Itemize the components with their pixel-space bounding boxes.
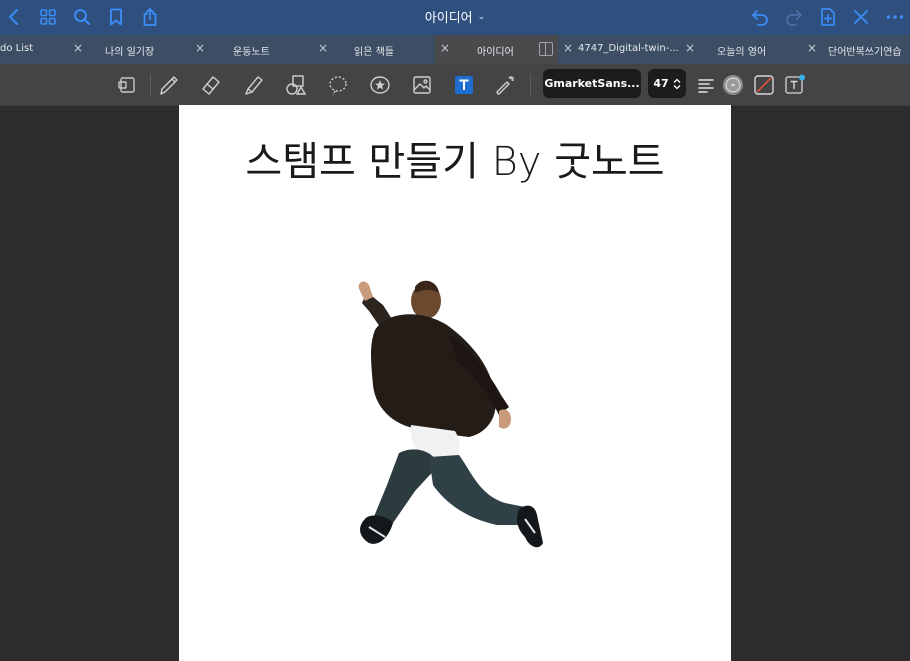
pen-icon[interactable] [154,70,184,100]
text-style-icon[interactable] [780,70,810,100]
stepper-icon [673,78,681,90]
tab-digital-twin[interactable]: × 4747_Digital-twin-... × [558,35,702,64]
image-icon[interactable] [407,70,437,100]
page-title[interactable]: 스탬프 만들기 By 굿노트 [179,129,731,187]
tab-today-english[interactable]: 오늘의 영어 × [702,35,817,64]
tab-close-icon[interactable]: × [194,41,206,55]
tab-close-icon[interactable]: × [562,41,574,55]
tab-label: 운동노트 [233,47,270,58]
document-title[interactable]: 아이디어 ⌄ [0,0,910,33]
shapes-icon[interactable] [281,70,311,100]
toolbar-divider [150,74,151,96]
font-size-selector[interactable]: 47 [648,69,686,98]
zoom-window-icon[interactable] [112,70,142,100]
tab-label: 읽은 책들 [354,47,394,58]
tab-close-icon[interactable]: × [439,41,451,55]
tab-ideas[interactable]: × 아이디어 [435,35,558,64]
undo-icon[interactable] [748,5,772,29]
chevron-down-icon: ⌄ [477,11,486,22]
tab-close-icon[interactable]: × [317,41,329,55]
tab-label: 아이디어 [477,47,514,58]
tab-label: 4747_Digital-twin-... [578,43,679,54]
tab-close-icon[interactable]: × [72,41,84,55]
tab-label: 나의 일기장 [105,47,155,58]
redo-icon[interactable] [782,5,806,29]
top-bar: 아이디어 ⌄ [0,0,910,35]
jumping-man-image[interactable] [329,275,579,575]
font-family-value: GmarketSans... [544,77,640,90]
tab-label: do List [0,43,34,54]
add-page-icon[interactable] [816,5,840,29]
text-tool-icon[interactable] [449,70,479,100]
highlighter-icon[interactable] [239,70,269,100]
text-color-icon[interactable] [718,70,748,100]
more-icon[interactable] [883,5,907,29]
tab-close-icon[interactable]: × [806,41,818,55]
tab-diary[interactable]: 나의 일기장 × [96,35,219,64]
fill-color-icon[interactable] [749,70,779,100]
lasso-icon[interactable] [323,70,353,100]
laser-pointer-icon[interactable] [491,70,521,100]
document-title-text: 아이디어 [424,11,473,26]
tab-bar: do List × 나의 일기장 × 운동노트 × 읽은 책들 × 아이디어 ×… [0,35,910,64]
tab-read-books[interactable]: 읽은 책들 [342,35,435,64]
sticker-icon[interactable] [365,70,395,100]
font-size-value: 47 [653,77,669,90]
tab-word-practice[interactable]: 단어반복쓰기연습 [818,35,910,64]
tab-workout-note[interactable]: 운동노트 × [219,35,342,64]
toolbar-divider [530,74,531,96]
close-icon[interactable] [849,5,873,29]
font-family-selector[interactable]: GmarketSans... [543,69,641,98]
text-align-icon[interactable] [691,70,721,100]
tab-close-icon[interactable]: × [684,41,696,55]
tab-todo-list[interactable]: do List × [0,35,96,64]
tab-label: 단어반복쓰기연습 [828,47,902,58]
eraser-icon[interactable] [196,70,226,100]
split-view-icon[interactable] [539,42,553,56]
note-page[interactable]: 스탬프 만들기 By 굿노트 [179,105,731,661]
tab-label: 오늘의 영어 [717,47,767,58]
